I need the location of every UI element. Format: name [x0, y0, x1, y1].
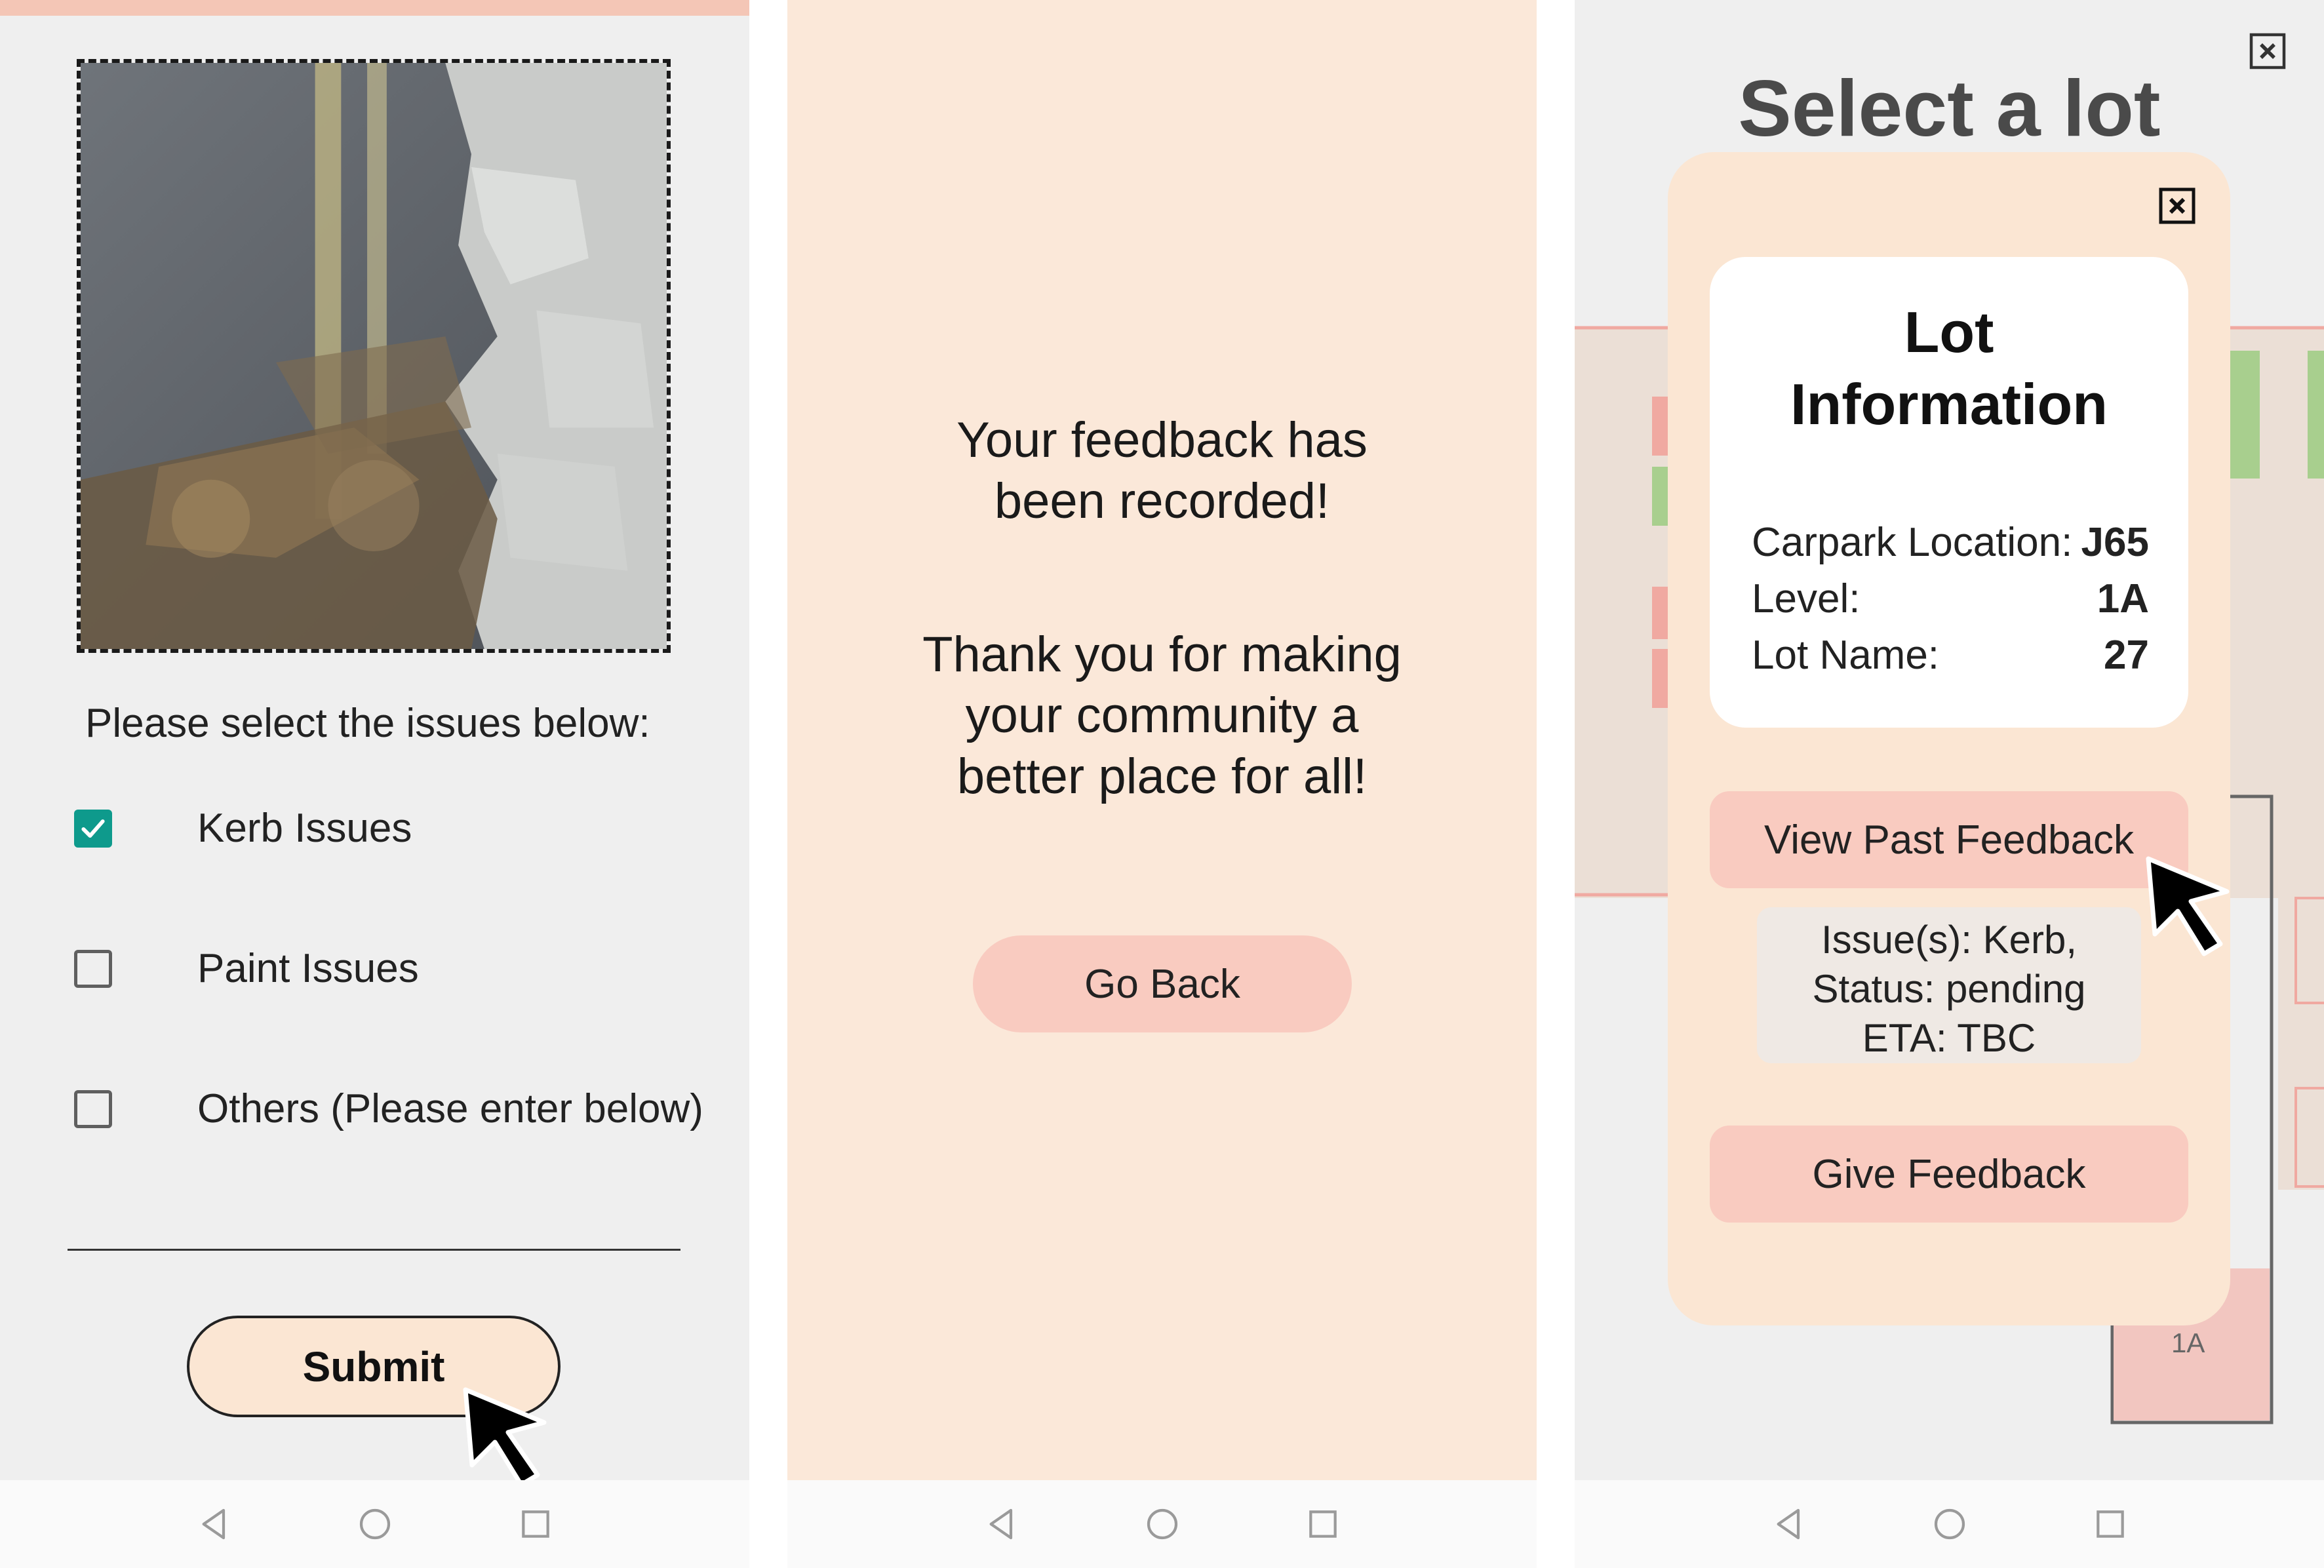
view-past-feedback-button[interactable]: View Past Feedback [1710, 791, 2188, 888]
select-lot-screen: 1A Select a lot Lot Information Carpark … [1575, 0, 2324, 1568]
lot-info-modal: Lot Information Carpark Location: J65 Le… [1668, 152, 2230, 1325]
checkmark-icon [81, 819, 105, 838]
past-feedback-eta: ETA: TBC [1862, 1016, 2036, 1060]
lot-info-title-line-2: Information [1790, 372, 2108, 437]
recorded-line-2: been recorded! [994, 473, 1330, 529]
header-strip [0, 0, 749, 16]
lot-name-value: 27 [2104, 633, 2149, 678]
map-lot-label: 1A [2171, 1327, 2205, 1358]
circle-home-icon [1147, 1508, 1177, 1540]
carpark-location-value: J65 [2081, 520, 2149, 565]
feedback-form-screen: Please select the issues below: Kerb Iss… [0, 0, 749, 1568]
carpark-location-label: Carpark Location: [1752, 520, 2073, 565]
lot-info-title: Lot Information [1710, 296, 2188, 441]
android-nav-bar [787, 1480, 1537, 1568]
kerb-issues-option[interactable]: Kerb Issues [74, 805, 412, 852]
back-button[interactable] [975, 1498, 1028, 1550]
home-button[interactable] [349, 1498, 401, 1550]
level-label: Level: [1752, 576, 1861, 621]
thanks-line-2: your community a [965, 688, 1359, 743]
back-button[interactable] [1763, 1498, 1815, 1550]
level-value: 1A [2097, 576, 2149, 621]
others-option[interactable]: Others (Please enter below) [74, 1086, 703, 1132]
page-title: Select a lot [1738, 64, 2161, 153]
android-nav-bar [0, 1480, 749, 1568]
home-button[interactable] [1136, 1498, 1189, 1550]
carpark-location-row: Carpark Location: J65 [1752, 519, 2149, 566]
kerb-issues-checkbox[interactable] [74, 809, 112, 848]
square-recents-icon [1309, 1510, 1337, 1538]
paint-issues-checkbox[interactable] [74, 949, 112, 988]
back-button[interactable] [188, 1498, 241, 1550]
square-recents-icon [2096, 1510, 2124, 1538]
recents-button[interactable] [1297, 1498, 1349, 1550]
issue-prompt: Please select the issues below: [85, 701, 650, 746]
triangle-back-icon [989, 1508, 1012, 1540]
thanks-line-1: Thank you for making [922, 627, 1402, 682]
others-text-input[interactable] [68, 1249, 680, 1251]
kerb-issues-label: Kerb Issues [197, 806, 412, 851]
feedback-recorded-screen: Your feedback has been recorded! Thank y… [787, 0, 1537, 1568]
lot-info-card: Lot Information Carpark Location: J65 Le… [1710, 257, 2188, 728]
triangle-back-icon [1777, 1508, 1800, 1540]
past-feedback-box: Issue(s): Kerb, Status: pending ETA: TBC [1757, 907, 2141, 1063]
triangle-back-icon [202, 1508, 225, 1540]
paint-issues-option[interactable]: Paint Issues [74, 945, 419, 992]
map-lot[interactable] [2230, 351, 2260, 479]
others-label: Others (Please enter below) [197, 1086, 703, 1131]
square-recents-icon [521, 1510, 549, 1538]
thanks-message: Thank you for making your community a be… [787, 624, 1537, 807]
give-feedback-button[interactable]: Give Feedback [1710, 1126, 2188, 1223]
lot-name-label: Lot Name: [1752, 633, 1940, 678]
issue-photo [77, 59, 671, 653]
pointer-cursor-icon [2146, 856, 2230, 956]
paint-issues-label: Paint Issues [197, 946, 419, 991]
lot-info-title-line-1: Lot [1904, 300, 1994, 364]
circle-home-icon [1934, 1508, 1965, 1540]
recents-button[interactable] [509, 1498, 562, 1550]
circle-home-icon [359, 1508, 390, 1540]
recorded-line-1: Your feedback has [956, 412, 1368, 468]
others-checkbox[interactable] [74, 1089, 112, 1128]
past-feedback-issues: Issue(s): Kerb, [1821, 918, 2078, 962]
home-button[interactable] [1923, 1498, 1976, 1550]
lot-name-row: Lot Name: 27 [1752, 632, 2149, 678]
recents-button[interactable] [2084, 1498, 2137, 1550]
go-back-button[interactable]: Go Back [973, 935, 1352, 1032]
map-lot[interactable] [2308, 351, 2324, 479]
android-nav-bar [1575, 1480, 2324, 1568]
close-icon[interactable] [2245, 31, 2291, 71]
pointer-cursor-icon [463, 1387, 547, 1487]
past-feedback-status: Status: pending [1812, 967, 2086, 1011]
recorded-message: Your feedback has been recorded! [787, 410, 1537, 532]
level-row: Level: 1A [1752, 576, 2149, 622]
thanks-line-3: better place for all! [956, 749, 1368, 804]
close-icon[interactable] [2154, 186, 2200, 225]
